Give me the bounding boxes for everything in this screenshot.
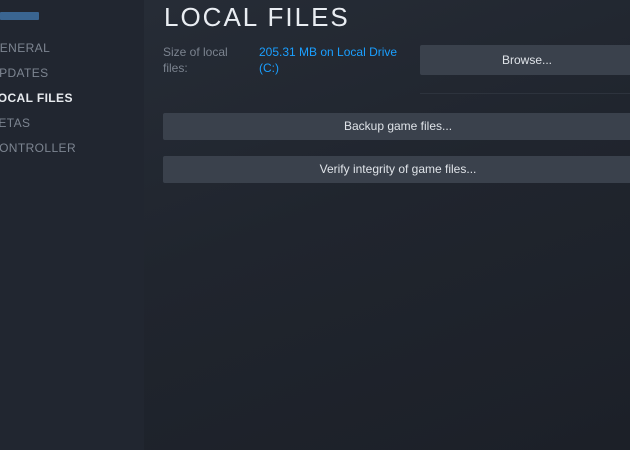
page-title: LOCAL FILES <box>164 2 350 32</box>
verify-integrity-button[interactable]: Verify integrity of game files... <box>163 156 630 183</box>
local-files-size-link[interactable]: 205.31 MB on Local Drive (C:) <box>259 44 409 76</box>
sidebar-item-general[interactable]: GENERAL <box>0 39 50 57</box>
sidebar-item-updates[interactable]: UPDATES <box>0 64 49 82</box>
sidebar-accent-bar <box>0 12 39 20</box>
browse-button[interactable]: Browse... <box>420 45 630 75</box>
backup-game-files-button[interactable]: Backup game files... <box>163 113 630 140</box>
separator <box>420 93 630 94</box>
sidebar-item-controller[interactable]: CONTROLLER <box>0 139 76 157</box>
main-panel: LOCAL FILES Size of local files: 205.31 … <box>144 0 630 450</box>
sidebar: GENERAL UPDATES LOCAL FILES BETAS CONTRO… <box>0 0 144 450</box>
sidebar-item-local-files[interactable]: LOCAL FILES <box>0 89 73 107</box>
size-of-local-files-label: Size of local files: <box>163 45 228 75</box>
sidebar-item-betas[interactable]: BETAS <box>0 114 30 132</box>
